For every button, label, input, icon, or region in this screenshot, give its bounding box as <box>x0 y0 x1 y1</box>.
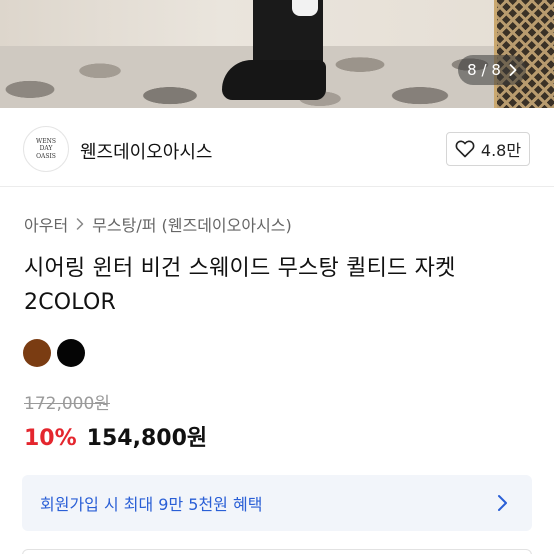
original-price: 172,000원 <box>24 394 110 414</box>
discount-rate: 10% <box>24 426 77 451</box>
image-sock <box>292 0 318 16</box>
brand-logo[interactable]: WENS DAY OASIS <box>23 126 69 172</box>
signup-benefit-banner[interactable]: 회원가입 시 최대 9만 5천원 혜택 <box>22 475 532 531</box>
benefit-text: 회원가입 시 최대 9만 5천원 혜택 <box>40 495 263 514</box>
next-section-card <box>22 549 532 554</box>
breadcrumb-subcategory[interactable]: 무스탕/퍼 (웬즈데이오아시스) <box>92 212 292 236</box>
product-image[interactable]: 8 / 8 <box>0 0 554 108</box>
brand-name[interactable]: 웬즈데이오아시스 <box>80 138 212 164</box>
chevron-right-icon <box>509 64 517 76</box>
chevron-right-icon <box>498 495 507 511</box>
brand-like-count: 4.8만 <box>480 141 522 160</box>
brand-like-button[interactable]: 4.8만 <box>446 132 530 166</box>
image-counter-text: 8 / 8 <box>467 61 501 79</box>
image-counter[interactable]: 8 / 8 <box>458 55 526 85</box>
divider <box>0 186 554 187</box>
product-title: 시어링 윈터 비건 스웨이드 무스탕 퀼티드 자켓 2COLOR <box>24 256 456 315</box>
color-swatch-black[interactable] <box>57 339 85 367</box>
chevron-right-icon <box>76 218 84 230</box>
sale-price: 154,800원 <box>86 426 208 451</box>
heart-icon <box>455 140 475 158</box>
breadcrumb-category[interactable]: 아우터 <box>24 212 68 236</box>
image-rattan-chair <box>494 0 554 108</box>
image-boot-foot <box>222 60 326 100</box>
sale-price-row: 10% 154,800원 <box>24 420 207 452</box>
color-swatch-brown[interactable] <box>23 339 51 367</box>
brand-logo-text: WENS DAY OASIS <box>36 138 56 160</box>
breadcrumb: 아우터 무스탕/퍼 (웬즈데이오아시스) <box>24 212 292 236</box>
